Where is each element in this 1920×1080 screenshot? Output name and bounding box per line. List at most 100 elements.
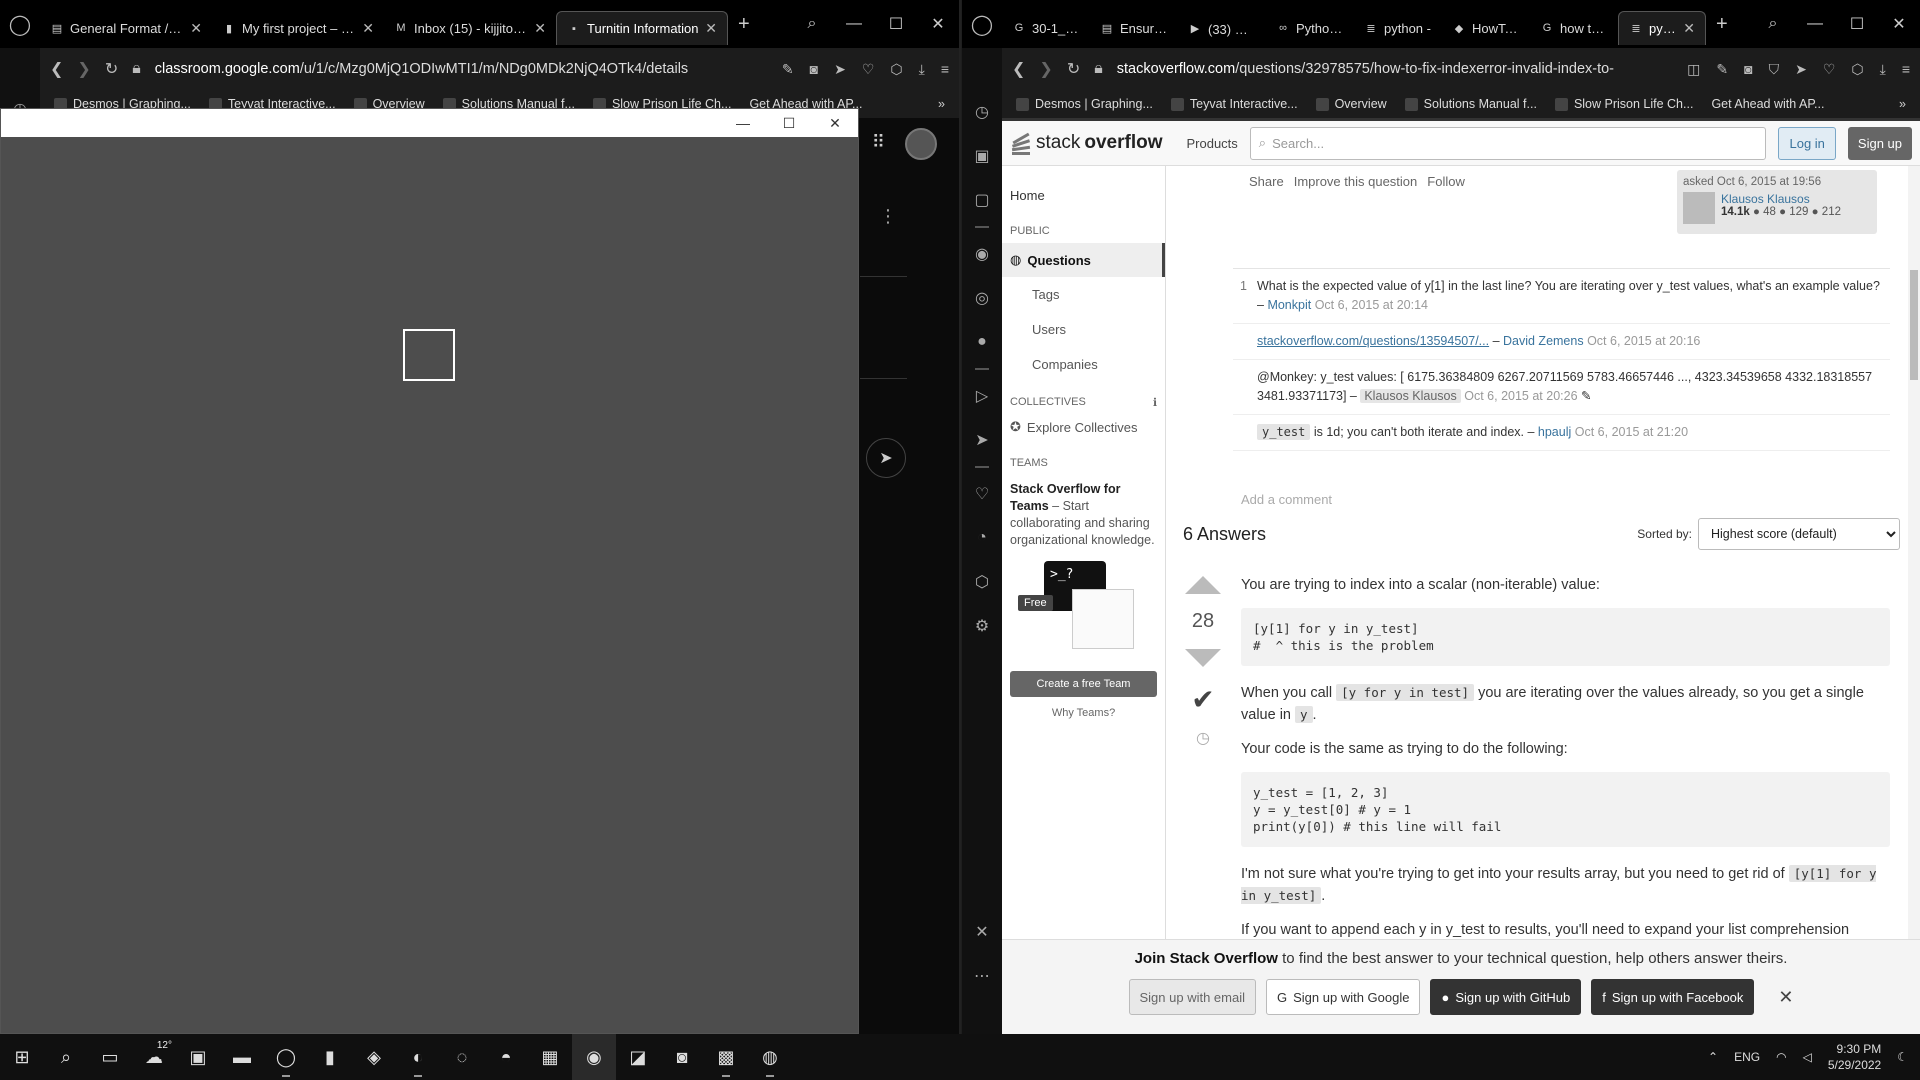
upvote-arrow-icon[interactable] [1185, 576, 1221, 594]
signup-google-button[interactable]: G Sign up with Google [1266, 979, 1421, 1015]
app-icon[interactable]: ▮ [308, 1034, 352, 1080]
left-tab-4-active[interactable]: ▪ Turnitin Information ✕ [556, 11, 728, 45]
right-tab-2[interactable]: ▤ Ensuring [1090, 11, 1178, 45]
maximize-button[interactable]: ☐ [766, 115, 812, 132]
reload-icon[interactable]: ↻ [105, 59, 118, 79]
nav-home[interactable]: Home [1002, 166, 1165, 203]
reload-icon[interactable]: ↻ [1067, 59, 1080, 79]
send-icon[interactable]: ➤ [1795, 61, 1807, 78]
signup-facebook-button[interactable]: f Sign up with Facebook [1591, 979, 1755, 1015]
opera-menu-icon[interactable]: ◯ [0, 0, 40, 48]
left-tab-1[interactable]: ▤ General Format // Purd ✕ [40, 11, 212, 45]
calendar-icon[interactable]: ▦ [528, 1034, 572, 1080]
camera-icon[interactable]: ◙ [810, 61, 818, 78]
notifications-icon[interactable]: ☾ [1897, 1050, 1908, 1064]
wifi-icon[interactable]: ◠ [1776, 1050, 1786, 1064]
search-input[interactable]: ⌕ Search... [1249, 126, 1767, 160]
apps-grid-icon[interactable]: ⠿ [872, 132, 885, 153]
why-teams-link[interactable]: Why Teams? [1002, 707, 1165, 719]
downvote-arrow-icon[interactable] [1185, 649, 1221, 667]
heart-icon[interactable]: ♡ [962, 472, 1002, 516]
shield-icon[interactable]: ⛉ [1769, 61, 1780, 78]
photos-icon[interactable]: ◉ [572, 1034, 616, 1080]
chevron-up-icon[interactable]: ⌃ [1708, 1050, 1718, 1064]
nav-explore-collectives[interactable]: ✪ Explore Collectives [1002, 413, 1165, 441]
right-tab-6[interactable]: ◆HowTo/Sc [1442, 11, 1530, 45]
twitch-icon[interactable]: ▢ [962, 178, 1002, 222]
close-window-button[interactable]: ✕ [917, 14, 959, 34]
briefcase-icon[interactable]: ▣ [962, 134, 1002, 178]
search-tabs-icon[interactable]: ⌕ [1752, 15, 1794, 33]
chart-app-icon[interactable]: ◪ [616, 1034, 660, 1080]
comment-user[interactable]: Monkpit [1267, 298, 1311, 312]
login-button[interactable]: Log in [1778, 126, 1836, 160]
close-icon[interactable]: ✕ [1778, 979, 1793, 1015]
user-avatar[interactable] [1683, 192, 1715, 224]
close-icon[interactable]: ✕ [1683, 20, 1695, 37]
signup-button[interactable]: Sign up [1847, 126, 1912, 160]
comment-user[interactable]: hpaulj [1538, 425, 1571, 439]
minimize-button[interactable]: — [1794, 15, 1836, 33]
cube-icon[interactable]: ⬡ [890, 61, 902, 78]
forward-icon[interactable]: ❯ [77, 59, 90, 79]
close-window-button[interactable]: ✕ [1878, 14, 1920, 34]
camera-icon[interactable]: ◙ [660, 1034, 704, 1080]
search-tabs-icon[interactable]: ⌕ [791, 15, 833, 33]
left-tab-3[interactable]: M Inbox (15) - kijjitoys@ ✕ [384, 11, 556, 45]
teams-chat-icon[interactable]: ▣ [176, 1034, 220, 1080]
heart-icon[interactable]: ♡ [1823, 61, 1836, 78]
left-tab-2[interactable]: ▮ My first project – MyB ✕ [212, 11, 384, 45]
volume-icon[interactable]: ◁ [1803, 1050, 1812, 1064]
signup-github-button[interactable]: ● Sign up with GitHub [1430, 979, 1582, 1015]
opera-icon[interactable]: ◯ [264, 1034, 308, 1080]
close-window-button[interactable]: ✕ [812, 115, 858, 132]
close-icon[interactable]: ✕ [362, 20, 374, 37]
opera-menu-icon[interactable]: ◯ [962, 0, 1002, 48]
menu-icon[interactable]: ≡ [1902, 61, 1910, 78]
right-tab-8-active[interactable]: ≣python✕ [1618, 11, 1706, 45]
forward-icon[interactable]: ❯ [1039, 59, 1052, 79]
bookmark-item[interactable]: Desmos | Graphing... [1016, 97, 1153, 111]
player-icon[interactable]: ▷ [962, 374, 1002, 418]
download-icon[interactable]: ⤓ [919, 61, 925, 78]
right-tab-3[interactable]: ▶(33) 【ORI [1178, 11, 1266, 45]
chevron-right-icon[interactable]: » [1899, 97, 1906, 111]
close-icon[interactable]: ✕ [534, 20, 546, 37]
page-scrollbar[interactable] [1908, 166, 1920, 1034]
cube-icon[interactable]: ⬡ [962, 560, 1002, 604]
speed-dial-icon[interactable]: ◷ [962, 90, 1002, 134]
language-indicator[interactable]: ENG [1734, 1050, 1760, 1064]
minimize-button[interactable]: — [833, 15, 875, 33]
app-icon[interactable]: ◓ [484, 1034, 528, 1080]
weather-icon[interactable]: ☁ 12° [132, 1034, 176, 1080]
right-tab-5[interactable]: ≣ python - [1354, 11, 1442, 45]
instagram-icon[interactable]: ◎ [962, 276, 1002, 320]
url-field[interactable]: classroom.google.com/u/1/c/Mzg0MjQ1ODIwM… [155, 61, 768, 77]
comment-link[interactable]: stackoverflow.com/questions/13594507/... [1257, 334, 1489, 348]
heart-icon[interactable]: ♡ [862, 61, 875, 78]
comment-user[interactable]: David Zemens [1503, 334, 1584, 348]
send-icon[interactable]: ➤ [834, 61, 846, 78]
close-icon[interactable]: ✕ [705, 20, 717, 37]
new-tab-button[interactable]: + [728, 13, 760, 36]
download-icon[interactable]: ⤓ [1880, 61, 1886, 78]
create-team-button[interactable]: Create a free Team [1010, 671, 1157, 697]
cube-icon[interactable]: ⬡ [1851, 61, 1863, 78]
sidebar-toggle-icon[interactable]: ◫ [1687, 61, 1700, 78]
more-vert-icon[interactable]: ⋮ [879, 206, 897, 227]
maximize-button[interactable]: ☐ [875, 14, 917, 34]
search-icon[interactable]: ⌕ [44, 1034, 88, 1080]
edit-icon[interactable]: ✎ [782, 61, 794, 78]
nav-tags[interactable]: Tags [1002, 277, 1165, 312]
history-icon[interactable]: ◷ [1196, 728, 1210, 748]
task-view-icon[interactable]: ▭ [88, 1034, 132, 1080]
settings-icon[interactable]: ⚙ [962, 604, 1002, 648]
improve-question-link[interactable]: Improve this question [1294, 174, 1418, 189]
bookmark-item[interactable]: Get Ahead with AP... [1711, 97, 1824, 111]
back-icon[interactable]: ❮ [1012, 59, 1025, 79]
edit-icon[interactable]: ✎ [1716, 61, 1728, 78]
nav-questions[interactable]: ◍ Questions [1002, 243, 1165, 277]
nav-users[interactable]: Users [1002, 312, 1165, 347]
twitter-icon[interactable]: ● [962, 320, 1002, 364]
asker-name[interactable]: Klausos Klausos [1721, 192, 1841, 206]
